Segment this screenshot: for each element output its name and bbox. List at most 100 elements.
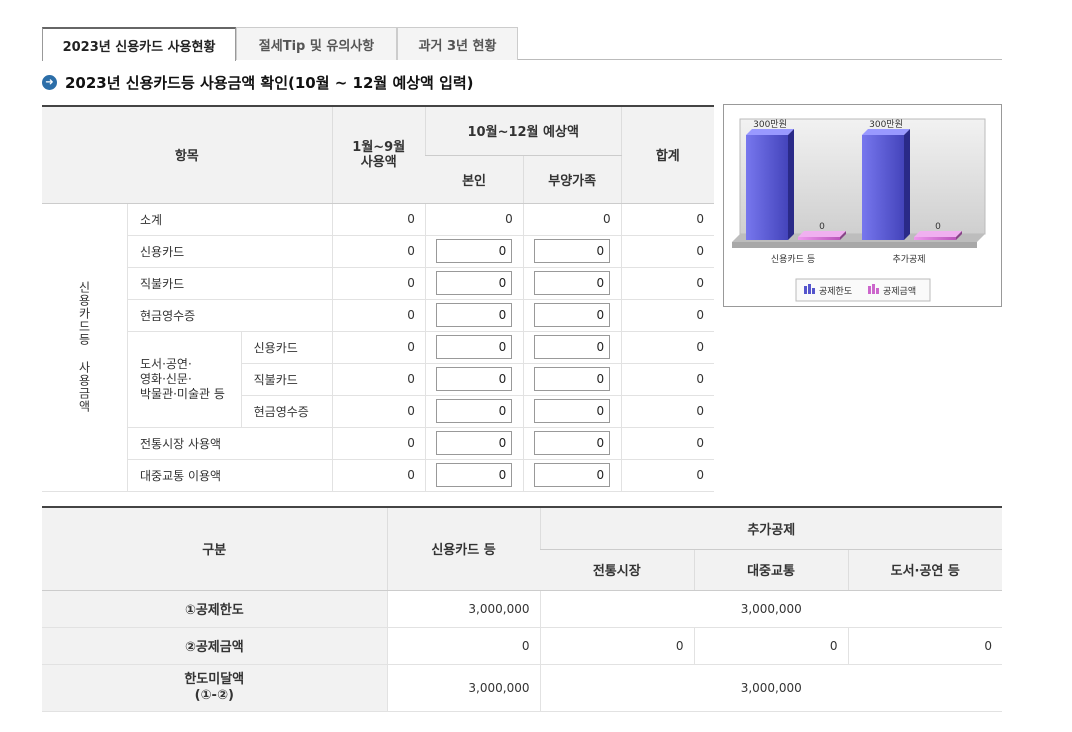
dependent-cell (522, 235, 622, 268)
header-item: 항목 (42, 106, 333, 204)
chart-data-label: 0 (935, 222, 941, 232)
table-row: 신용카드등 사용금액 소계 0 0 0 0 (42, 203, 714, 492)
chart-category-label: 추가공제 (892, 254, 925, 265)
header-market: 전통시장 (540, 549, 694, 591)
table-row: 신용카드 0 0 (42, 235, 714, 268)
self-input[interactable] (436, 303, 513, 327)
dependent-input[interactable] (534, 399, 611, 423)
total-value: 0 (620, 267, 714, 300)
table-row: ②공제금액 0 0 0 0 (42, 627, 1002, 665)
self-input[interactable] (436, 271, 513, 295)
self-input[interactable] (436, 367, 513, 391)
self-cell (424, 331, 524, 364)
row-label: 현금영수증 (127, 299, 333, 332)
table-row: 전통시장 사용액 0 0 (42, 427, 714, 460)
row-label: 신용카드 (127, 235, 333, 268)
header-dependent: 부양가족 (522, 155, 622, 204)
total-value: 0 (620, 235, 714, 268)
dependent-cell (522, 331, 622, 364)
chart-data-label: 300만원 (753, 119, 787, 130)
self-cell (424, 267, 524, 300)
legend-swatch-icon (872, 284, 875, 294)
total-value: 0 (620, 299, 714, 332)
jan-sep-value: 0 (331, 235, 426, 268)
self-value: 0 (424, 203, 524, 236)
header-books: 도서·공연 등 (847, 549, 1002, 591)
row-label: 신용카드 (240, 331, 333, 364)
jan-sep-value: 0 (331, 299, 426, 332)
row-label: 대중교통 이용액 (127, 459, 333, 492)
dependent-input[interactable] (534, 367, 611, 391)
dependent-input[interactable] (534, 335, 611, 359)
legend-label: 공제금액 (883, 285, 916, 297)
dependent-cell (522, 395, 622, 428)
dependent-cell (522, 299, 622, 332)
dependent-cell (522, 267, 622, 300)
table-row: 한도미달액 (①-②) 3,000,000 3,000,000 (42, 664, 1002, 712)
chart-bar (746, 135, 788, 240)
tab-past-3-years[interactable]: 과거 3년 현황 (397, 27, 518, 60)
header-oct-dec: 10월~12월 예상액 (424, 106, 622, 156)
tab-tax-tips[interactable]: 절세Tip 및 유의사항 (236, 27, 397, 60)
jan-sep-value: 0 (331, 427, 426, 460)
table-row: 직불카드 0 0 (42, 267, 714, 300)
self-input[interactable] (436, 335, 513, 359)
jan-sep-value: 0 (331, 331, 426, 364)
dependent-cell (522, 427, 622, 460)
self-cell (424, 395, 524, 428)
self-cell (424, 235, 524, 268)
chart-data-label: 300만원 (869, 119, 903, 130)
chart-svg: 300만원 0 신용카드 등 300만원 0 추가공제공제한도 공제금액 (732, 118, 986, 302)
self-cell (424, 363, 524, 396)
tab-2023-usage[interactable]: 2023년 신용카드 사용현황 (42, 27, 236, 61)
header-credit: 신용카드 등 (386, 507, 540, 591)
dependent-cell (522, 459, 622, 492)
arrow-bullet-icon: ➜ (42, 75, 57, 90)
chart-bar-side (788, 129, 794, 240)
row-label: ②공제금액 (42, 627, 387, 665)
header-total: 합계 (620, 106, 714, 204)
section-title: ➜ 2023년 신용카드등 사용금액 확인(10월 ~ 12월 예상액 입력) (42, 72, 474, 93)
dependent-value: 0 (522, 203, 622, 236)
transit-value: 0 (693, 627, 848, 665)
legend-swatch-icon (876, 288, 879, 294)
row-label: 직불카드 (127, 267, 333, 300)
jan-sep-value: 0 (331, 459, 426, 492)
additional-value: 3,000,000 (539, 590, 1002, 628)
self-cell (424, 299, 524, 332)
chart-bar (798, 237, 840, 240)
table-row: 현금영수증 0 0 (42, 299, 714, 332)
jan-sep-value: 0 (331, 203, 426, 236)
legend-swatch-icon (804, 286, 807, 294)
dependent-input[interactable] (534, 239, 611, 263)
chart-category-label: 신용카드 등 (771, 254, 815, 265)
table-row: ①공제한도 3,000,000 3,000,000 (42, 590, 1002, 628)
credit-value: 3,000,000 (386, 664, 540, 712)
total-value: 0 (620, 363, 714, 396)
header-category: 구분 (42, 507, 387, 591)
group-label: 신용카드등 사용금액 (42, 203, 128, 492)
dependent-input[interactable] (534, 303, 611, 327)
self-input[interactable] (436, 239, 513, 263)
header-transit: 대중교통 (693, 549, 848, 591)
chart-bar (914, 237, 956, 240)
row-label: 현금영수증 (240, 395, 333, 428)
chart-floor-edge (732, 242, 977, 248)
dependent-input[interactable] (534, 463, 611, 487)
row-label: 전통시장 사용액 (127, 427, 333, 460)
self-input[interactable] (436, 463, 513, 487)
section-title-text: 2023년 신용카드등 사용금액 확인(10월 ~ 12월 예상액 입력) (65, 74, 474, 92)
market-value: 0 (539, 627, 694, 665)
self-input[interactable] (436, 399, 513, 423)
self-cell (424, 459, 524, 492)
additional-value: 3,000,000 (539, 664, 1002, 712)
row-label: 직불카드 (240, 363, 333, 396)
dependent-input[interactable] (534, 271, 611, 295)
chart-data-label: 0 (819, 222, 825, 232)
deduction-table: 구분 신용카드 등 추가공제 전통시장 대중교통 도서·공연 등 ①공제한도 3… (42, 506, 1002, 712)
dependent-cell (522, 363, 622, 396)
self-input[interactable] (436, 431, 513, 455)
total-value: 0 (620, 331, 714, 364)
dependent-input[interactable] (534, 431, 611, 455)
header-jan-sep: 1월~9월 사용액 (331, 106, 426, 204)
